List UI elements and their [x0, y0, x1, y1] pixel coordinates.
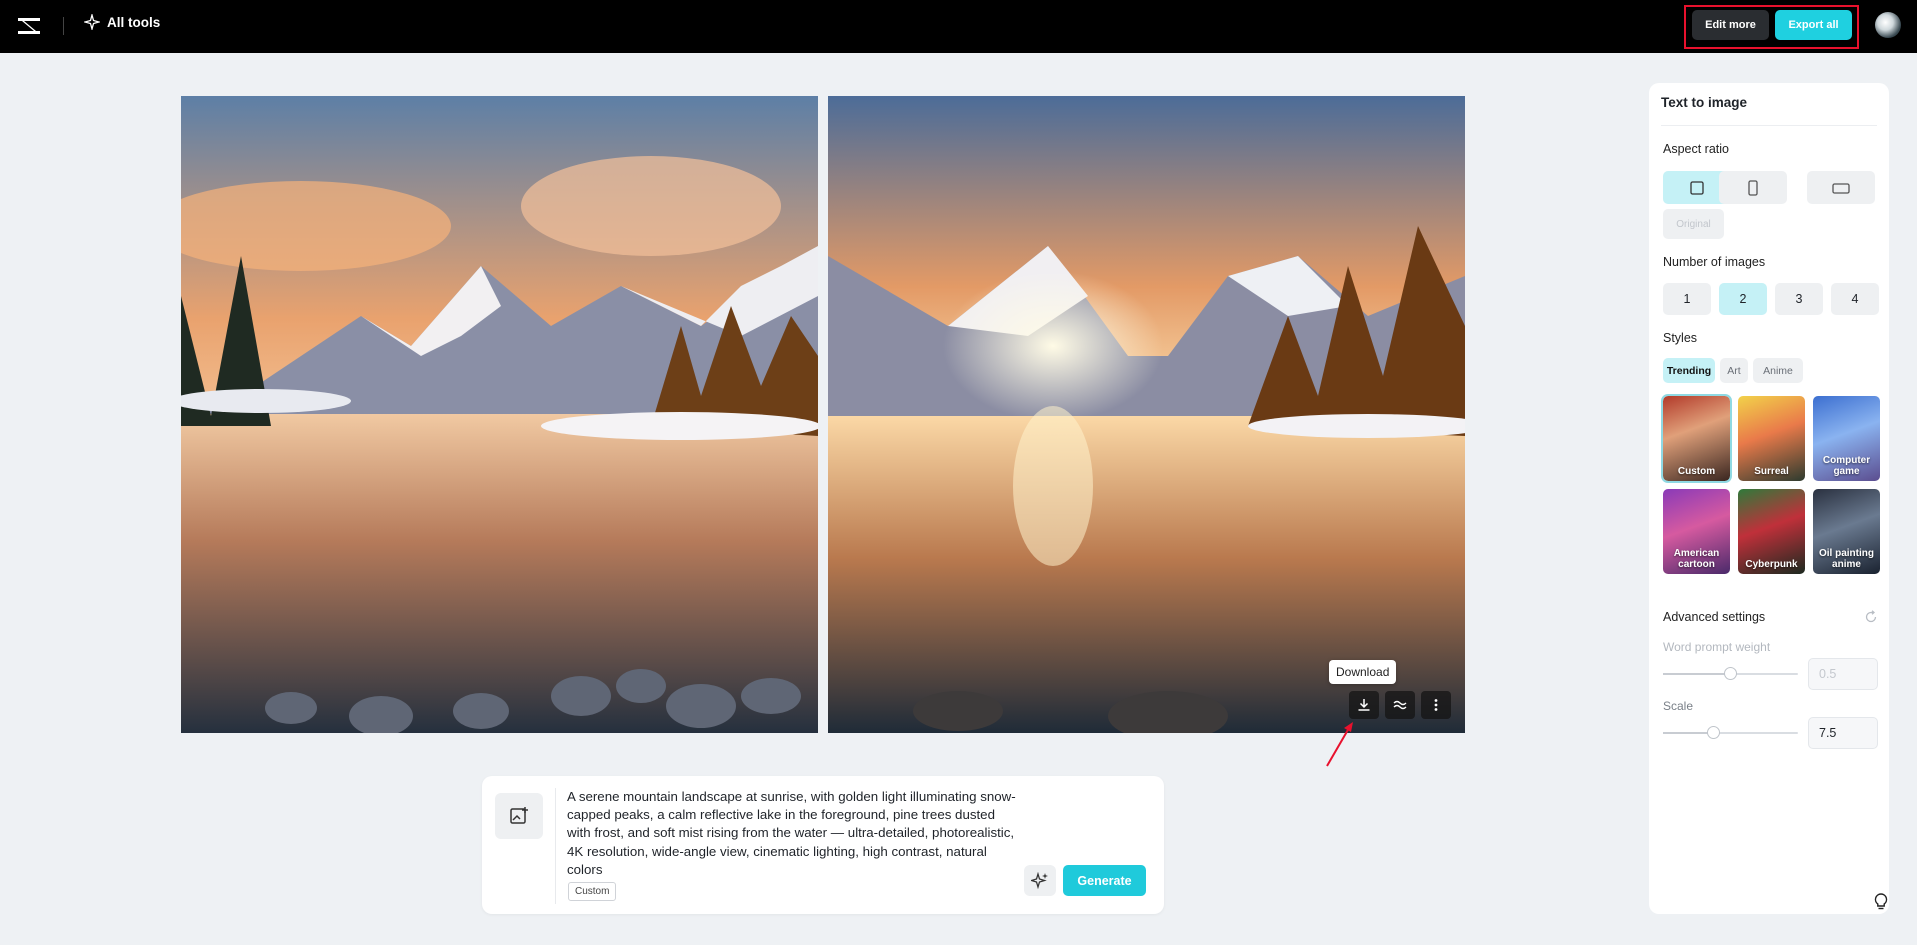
enhance-prompt-button[interactable] [1024, 865, 1056, 896]
style-oil-painting-anime-label: Oil painting anime [1819, 548, 1874, 570]
number-option-1[interactable]: 1 [1663, 283, 1711, 315]
style-chip[interactable]: Custom [568, 882, 617, 901]
style-american-cartoon[interactable]: American cartoon [1663, 489, 1730, 574]
scale-label: Scale [1663, 699, 1694, 713]
prompt-divider [555, 788, 556, 904]
aspect-landscape-button[interactable] [1807, 171, 1875, 204]
annotation-arrow [1326, 722, 1353, 767]
style-custom-label: Custom [1677, 466, 1716, 477]
more-options-button[interactable] [1421, 691, 1451, 719]
panel-divider [1661, 125, 1877, 126]
style-cyberpunk-label: Cyberpunk [1745, 559, 1798, 570]
more-vertical-icon [1434, 699, 1438, 711]
prompt-box: A serene mountain landscape at sunrise, … [482, 776, 1164, 914]
scale-knob[interactable] [1707, 726, 1720, 739]
variation-button[interactable] [1385, 691, 1415, 719]
all-tools-button[interactable]: All tools [84, 14, 160, 30]
reset-icon[interactable] [1864, 610, 1878, 624]
word-prompt-weight-input[interactable]: 0.5 [1808, 658, 1878, 690]
edit-more-button[interactable]: Edit more [1692, 10, 1769, 40]
download-icon [1358, 699, 1370, 711]
landscape-icon [1832, 182, 1850, 194]
square-icon [1690, 180, 1704, 195]
aspect-portrait-button[interactable] [1719, 171, 1787, 204]
number-option-2[interactable]: 2 [1719, 283, 1767, 315]
user-avatar[interactable] [1875, 12, 1901, 38]
style-surreal[interactable]: Surreal [1738, 396, 1805, 481]
style-oil-painting-anime[interactable]: Oil painting anime [1813, 489, 1880, 574]
word-prompt-weight-knob[interactable] [1724, 667, 1737, 680]
generated-image-1[interactable] [181, 96, 818, 733]
tab-trending[interactable]: Trending [1663, 358, 1715, 383]
download-tooltip: Download [1329, 660, 1397, 684]
all-tools-label: All tools [107, 14, 161, 30]
top-bar: All tools Edit more Export all [0, 0, 1917, 53]
style-american-cartoon-label: American cartoon [1673, 548, 1720, 570]
image-add-icon [510, 807, 528, 824]
aspect-ratio-label: Aspect ratio [1663, 142, 1730, 156]
style-computer-game-label: Computer game [1822, 455, 1871, 477]
tab-anime[interactable]: Anime [1753, 358, 1803, 383]
generated-image-2[interactable] [828, 96, 1465, 733]
wave-icon [1393, 700, 1407, 710]
generate-button[interactable]: Generate [1063, 865, 1146, 896]
style-surreal-label: Surreal [1754, 466, 1789, 477]
download-button[interactable] [1349, 691, 1379, 719]
upload-image-button[interactable] [495, 793, 543, 839]
scale-fill [1663, 732, 1713, 734]
topbar-divider [63, 17, 64, 35]
advanced-settings-label: Advanced settings [1663, 610, 1766, 624]
word-prompt-weight-label: Word prompt weight [1663, 640, 1771, 654]
image-action-bar [1349, 691, 1451, 719]
word-prompt-weight-fill [1663, 673, 1730, 675]
sparkle-icon [84, 14, 100, 30]
tab-art[interactable]: Art [1720, 358, 1748, 383]
settings-panel: Text to image Aspect ratio Original Numb… [1649, 83, 1889, 914]
number-option-3[interactable]: 3 [1775, 283, 1823, 315]
magic-sparkle-icon [1031, 871, 1048, 889]
styles-label: Styles [1663, 331, 1698, 345]
lightbulb-icon[interactable] [1871, 892, 1891, 912]
style-cyberpunk[interactable]: Cyberpunk [1738, 489, 1805, 574]
scale-input[interactable]: 7.5 [1808, 717, 1878, 749]
export-all-button[interactable]: Export all [1775, 10, 1852, 40]
panel-title: Text to image [1661, 95, 1748, 110]
style-computer-game[interactable]: Computer game [1813, 396, 1880, 481]
number-of-images-label: Number of images [1663, 255, 1766, 269]
portrait-icon [1748, 179, 1758, 196]
aspect-original-button[interactable]: Original [1663, 209, 1724, 239]
capcut-logo-icon[interactable] [16, 14, 42, 38]
prompt-textarea[interactable]: A serene mountain landscape at sunrise, … [567, 788, 1017, 879]
style-custom[interactable]: Custom [1661, 394, 1732, 483]
number-option-4[interactable]: 4 [1831, 283, 1879, 315]
